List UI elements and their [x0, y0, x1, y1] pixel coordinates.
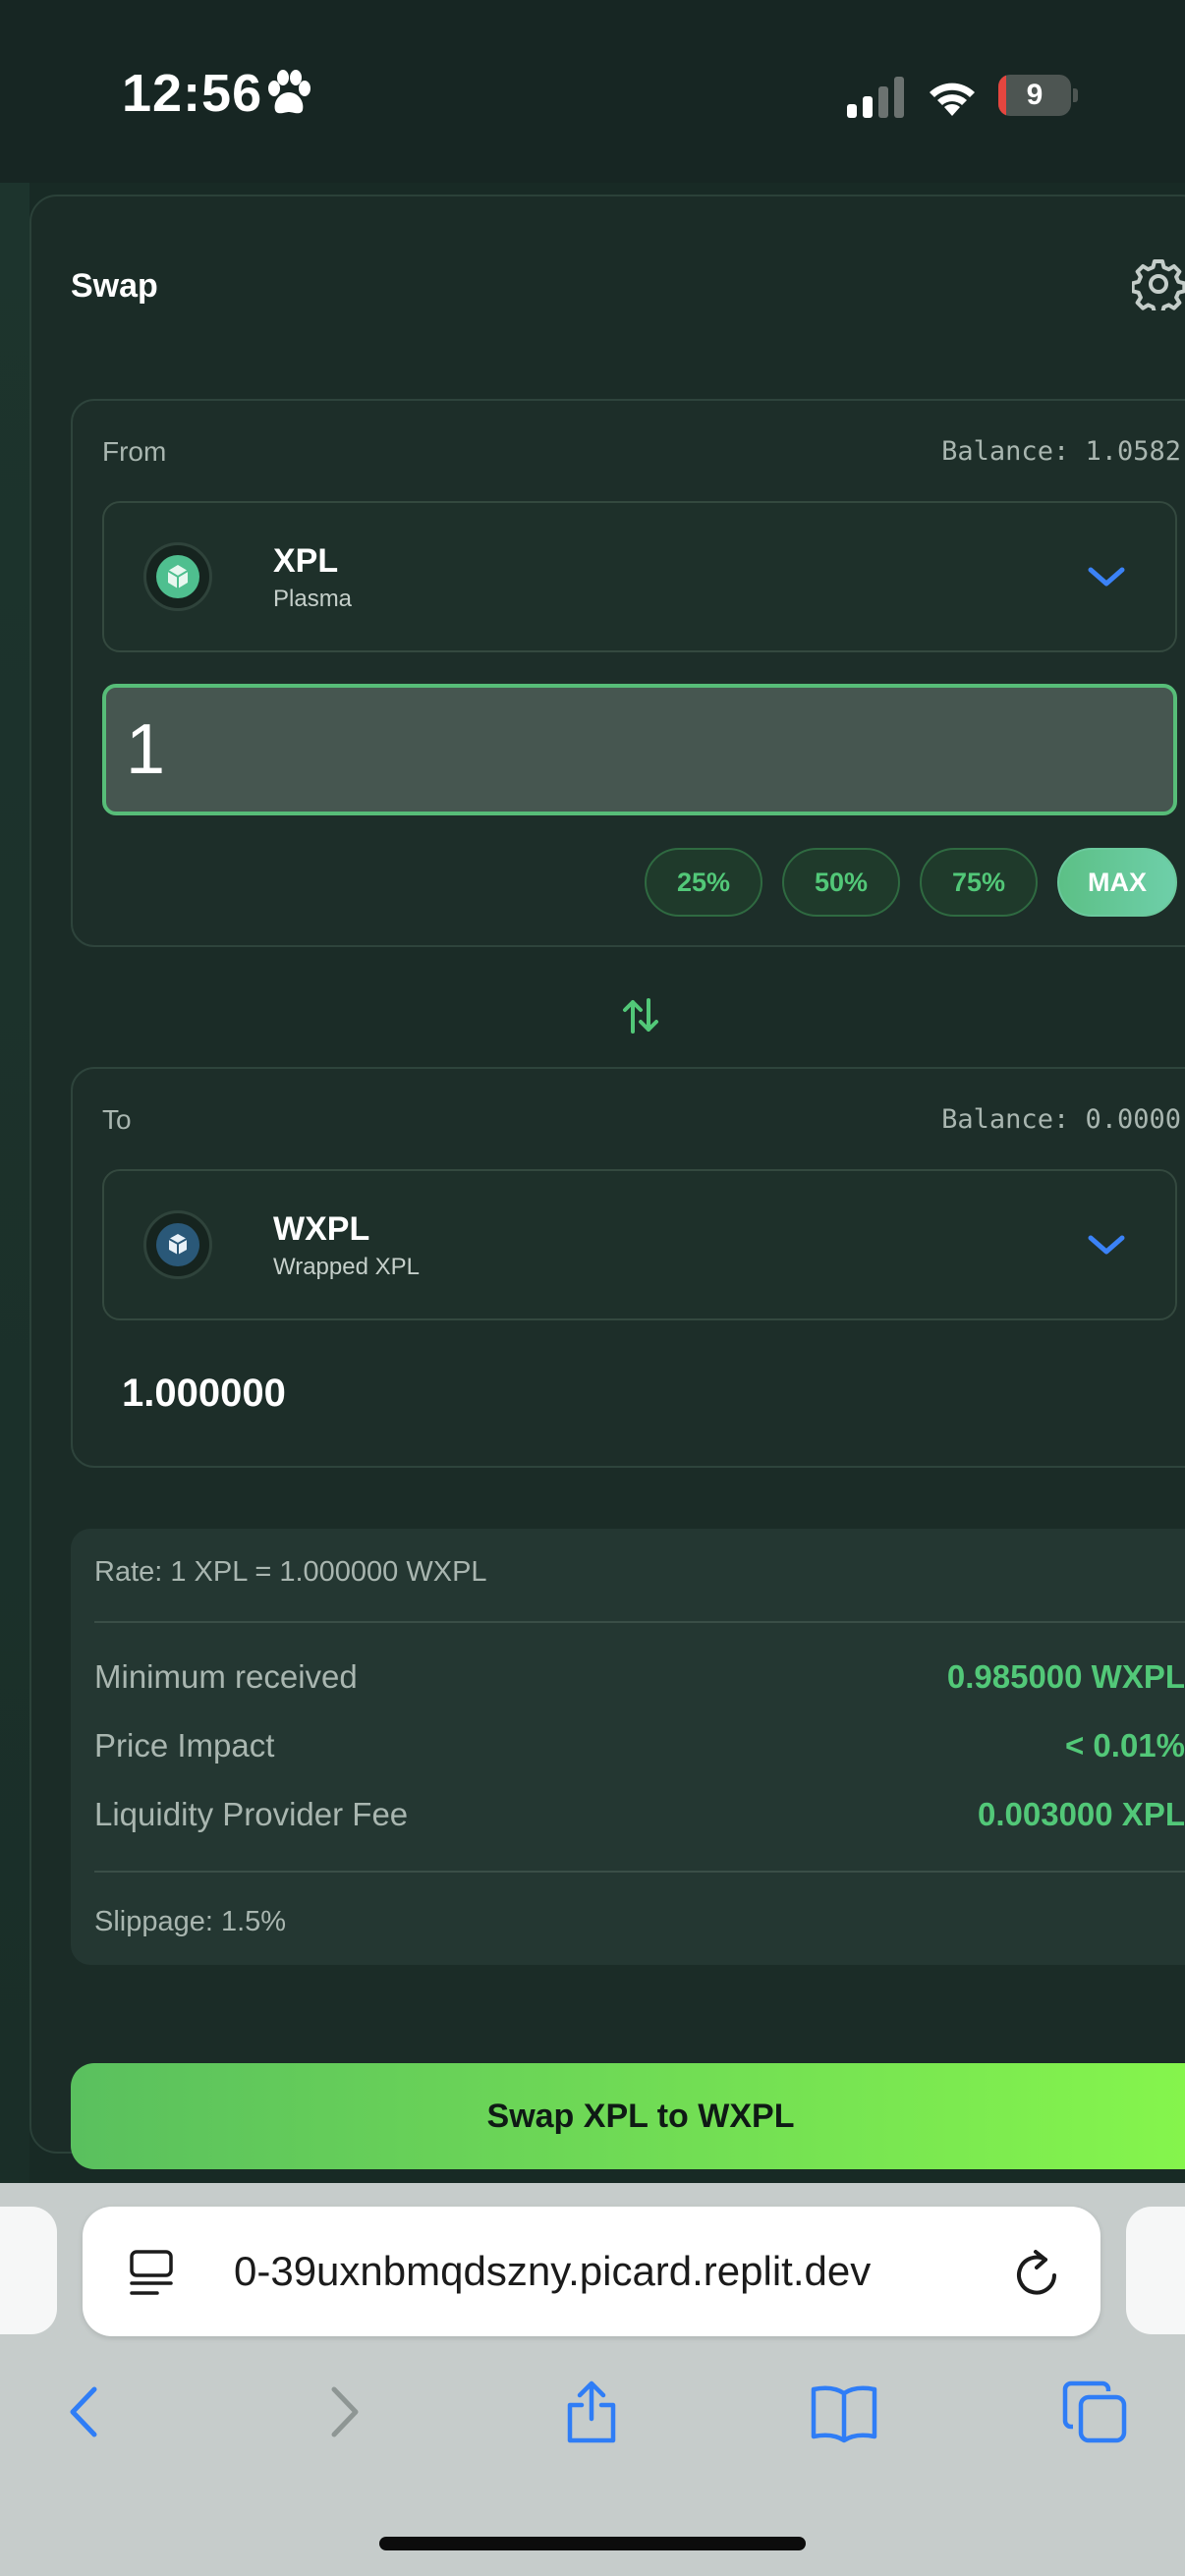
- paw-icon: [268, 70, 310, 114]
- cellular-signal-icon: [847, 77, 904, 118]
- divider: [94, 1871, 1185, 1873]
- wrapped-xpl-token-icon: [143, 1210, 212, 1279]
- from-amount-input[interactable]: [102, 684, 1177, 815]
- next-tab-preview[interactable]: [1126, 2207, 1185, 2334]
- bookmarks-icon[interactable]: [808, 2378, 880, 2446]
- gear-icon[interactable]: [1132, 257, 1185, 310]
- minimum-received-label: Minimum received: [94, 1658, 358, 1695]
- plasma-token-icon: [143, 542, 212, 611]
- lp-fee-label: Liquidity Provider Fee: [94, 1796, 409, 1832]
- page-menu-icon[interactable]: [128, 2248, 175, 2297]
- wifi-icon: [930, 83, 975, 116]
- to-label: To: [102, 1104, 132, 1135]
- from-token-name: Plasma: [273, 586, 353, 612]
- battery-level: 9: [1026, 79, 1044, 111]
- to-amount: 1.000000: [122, 1372, 286, 1415]
- exchange-rate: Rate: 1 XPL = 1.000000 WXPL: [94, 1556, 487, 1588]
- url-text[interactable]: 0-39uxnbmqdszny.picard.replit.dev: [234, 2248, 981, 2295]
- divider: [94, 1621, 1185, 1623]
- max-button[interactable]: MAX: [1057, 848, 1177, 917]
- from-token-symbol: XPL: [273, 542, 339, 580]
- swap-title: Swap: [71, 267, 158, 305]
- swap-submit-button[interactable]: Swap XPL to WXPL: [71, 2063, 1185, 2169]
- battery-indicator: 9: [998, 75, 1078, 116]
- slippage-info: Slippage: 1.5%: [94, 1906, 287, 1937]
- lp-fee-value: 0.003000 XPL: [978, 1796, 1185, 1832]
- reload-icon[interactable]: [1012, 2246, 1061, 2299]
- from-balance: Balance: 1.0582: [941, 436, 1181, 467]
- price-impact-label: Price Impact: [94, 1727, 275, 1764]
- back-icon[interactable]: [55, 2378, 118, 2446]
- to-token-name: Wrapped XPL: [273, 1254, 420, 1280]
- to-token-symbol: WXPL: [273, 1210, 370, 1248]
- forward-icon[interactable]: [310, 2378, 373, 2446]
- battery-cap: [1073, 88, 1078, 102]
- price-impact-value: < 0.01%: [1064, 1727, 1185, 1764]
- from-label: From: [102, 436, 167, 467]
- minimum-received-value: 0.985000 WXPL: [946, 1658, 1185, 1695]
- to-token-select[interactable]: WXPL Wrapped XPL: [102, 1169, 1177, 1320]
- percent-75-button[interactable]: 75%: [920, 848, 1038, 917]
- chevron-down-icon: [1088, 1235, 1125, 1255]
- chevron-down-icon: [1088, 567, 1125, 587]
- tabs-icon[interactable]: [1061, 2378, 1130, 2446]
- previous-tab-preview[interactable]: [0, 2207, 57, 2334]
- page-edge: [0, 183, 29, 2183]
- share-icon[interactable]: [560, 2378, 623, 2446]
- status-bar: 12:56 9: [0, 0, 1185, 183]
- percent-25-button[interactable]: 25%: [645, 848, 762, 917]
- status-time: 12:56: [122, 64, 263, 123]
- percent-50-button[interactable]: 50%: [782, 848, 900, 917]
- to-balance: Balance: 0.0000: [941, 1104, 1181, 1135]
- swap-direction-icon[interactable]: [619, 994, 662, 1037]
- from-token-select[interactable]: XPL Plasma: [102, 501, 1177, 652]
- battery-body: 9: [998, 75, 1071, 116]
- home-indicator: [379, 2537, 806, 2550]
